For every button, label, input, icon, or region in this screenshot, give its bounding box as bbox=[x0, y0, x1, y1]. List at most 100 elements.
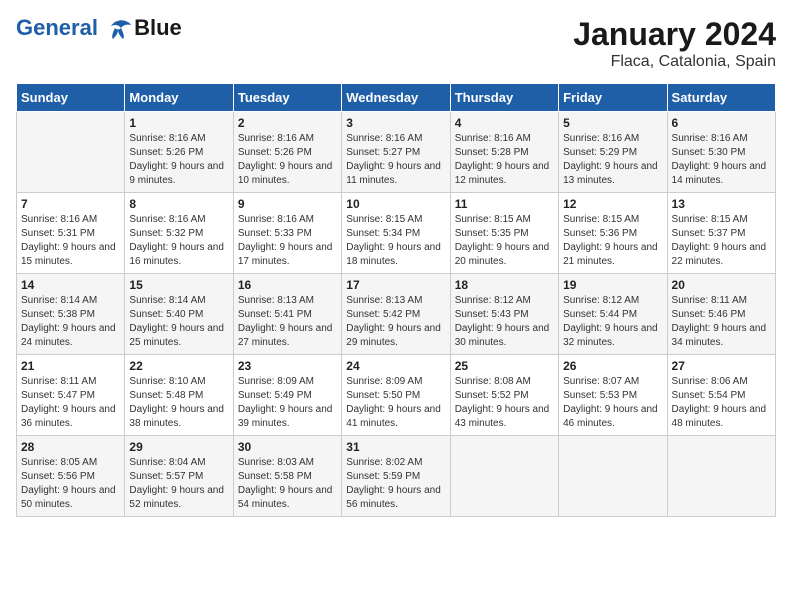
sunset-text: Sunset: 5:56 PM bbox=[21, 471, 95, 482]
day-number: 10 bbox=[346, 197, 445, 211]
cell-info: Sunrise: 8:12 AMSunset: 5:43 PMDaylight:… bbox=[455, 294, 554, 350]
daylight-text: Daylight: 9 hours and 32 minutes. bbox=[563, 323, 658, 348]
day-number: 12 bbox=[563, 197, 662, 211]
logo-text: General bbox=[16, 16, 132, 40]
location: Flaca, Catalonia, Spain bbox=[573, 53, 776, 71]
day-number: 14 bbox=[21, 278, 120, 292]
cell-info: Sunrise: 8:15 AMSunset: 5:36 PMDaylight:… bbox=[563, 213, 662, 269]
day-number: 20 bbox=[672, 278, 771, 292]
sunrise-text: Sunrise: 8:13 AM bbox=[346, 295, 422, 306]
table-row: 21Sunrise: 8:11 AMSunset: 5:47 PMDayligh… bbox=[17, 355, 125, 436]
sunrise-text: Sunrise: 8:16 AM bbox=[238, 214, 314, 225]
day-number: 31 bbox=[346, 440, 445, 454]
table-row: 25Sunrise: 8:08 AMSunset: 5:52 PMDayligh… bbox=[450, 355, 558, 436]
table-row: 7Sunrise: 8:16 AMSunset: 5:31 PMDaylight… bbox=[17, 193, 125, 274]
sunset-text: Sunset: 5:46 PM bbox=[672, 309, 746, 320]
cell-info: Sunrise: 8:06 AMSunset: 5:54 PMDaylight:… bbox=[672, 375, 771, 431]
cell-info: Sunrise: 8:13 AMSunset: 5:41 PMDaylight:… bbox=[238, 294, 337, 350]
calendar-week-row: 14Sunrise: 8:14 AMSunset: 5:38 PMDayligh… bbox=[17, 274, 776, 355]
sunrise-text: Sunrise: 8:15 AM bbox=[346, 214, 422, 225]
table-row: 30Sunrise: 8:03 AMSunset: 5:58 PMDayligh… bbox=[233, 436, 341, 517]
table-row: 22Sunrise: 8:10 AMSunset: 5:48 PMDayligh… bbox=[125, 355, 233, 436]
day-number: 18 bbox=[455, 278, 554, 292]
calendar-week-row: 21Sunrise: 8:11 AMSunset: 5:47 PMDayligh… bbox=[17, 355, 776, 436]
sunset-text: Sunset: 5:32 PM bbox=[129, 228, 203, 239]
sunset-text: Sunset: 5:54 PM bbox=[672, 390, 746, 401]
cell-info: Sunrise: 8:16 AMSunset: 5:30 PMDaylight:… bbox=[672, 132, 771, 188]
table-row: 29Sunrise: 8:04 AMSunset: 5:57 PMDayligh… bbox=[125, 436, 233, 517]
cell-info: Sunrise: 8:16 AMSunset: 5:29 PMDaylight:… bbox=[563, 132, 662, 188]
daylight-text: Daylight: 9 hours and 20 minutes. bbox=[455, 242, 550, 267]
month-title: January 2024 bbox=[573, 16, 776, 53]
sunset-text: Sunset: 5:33 PM bbox=[238, 228, 312, 239]
daylight-text: Daylight: 9 hours and 30 minutes. bbox=[455, 323, 550, 348]
table-row: 20Sunrise: 8:11 AMSunset: 5:46 PMDayligh… bbox=[667, 274, 775, 355]
cell-info: Sunrise: 8:12 AMSunset: 5:44 PMDaylight:… bbox=[563, 294, 662, 350]
daylight-text: Daylight: 9 hours and 12 minutes. bbox=[455, 161, 550, 186]
sunrise-text: Sunrise: 8:11 AM bbox=[21, 376, 96, 387]
cell-info: Sunrise: 8:15 AMSunset: 5:35 PMDaylight:… bbox=[455, 213, 554, 269]
daylight-text: Daylight: 9 hours and 16 minutes. bbox=[129, 242, 224, 267]
sunrise-text: Sunrise: 8:09 AM bbox=[238, 376, 314, 387]
sunset-text: Sunset: 5:37 PM bbox=[672, 228, 746, 239]
table-row: 23Sunrise: 8:09 AMSunset: 5:49 PMDayligh… bbox=[233, 355, 341, 436]
sunrise-text: Sunrise: 8:16 AM bbox=[346, 133, 422, 144]
table-row: 17Sunrise: 8:13 AMSunset: 5:42 PMDayligh… bbox=[342, 274, 450, 355]
table-row bbox=[559, 436, 667, 517]
table-row: 12 Sunrise: 8:15 AMSunset: 5:36 PMDayligh… bbox=[559, 193, 667, 274]
table-row: 2Sunrise: 8:16 AMSunset: 5:26 PMDaylight… bbox=[233, 112, 341, 193]
sunset-text: Sunset: 5:47 PM bbox=[21, 390, 95, 401]
calendar-header-row: Sunday Monday Tuesday Wednesday Thursday… bbox=[17, 84, 776, 112]
day-number: 17 bbox=[346, 278, 445, 292]
table-row: 8 Sunrise: 8:16 AM Sunset: 5:32 PM Daylight… bbox=[125, 193, 233, 274]
table-row: 6Sunrise: 8:16 AMSunset: 5:30 PMDaylight… bbox=[667, 112, 775, 193]
day-number: 7 bbox=[21, 197, 120, 211]
daylight-text: Daylight: 9 hours and 39 minutes. bbox=[238, 404, 333, 429]
table-row: 10Sunrise: 8:15 AMSunset: 5:34 PMDayligh… bbox=[342, 193, 450, 274]
cell-info: Sunrise: 8:14 AMSunset: 5:40 PMDaylight:… bbox=[129, 294, 228, 350]
daylight-text: Daylight: 9 hours and 13 minutes. bbox=[563, 161, 658, 186]
sunset-text: Sunset: 5:42 PM bbox=[346, 309, 420, 320]
page-container: General Blue January 2024 Flaca, Catalon… bbox=[0, 0, 792, 525]
daylight-text: Daylight: 9 hours and 48 minutes. bbox=[672, 404, 767, 429]
cell-info: Sunrise: 8:04 AMSunset: 5:57 PMDaylight:… bbox=[129, 456, 228, 512]
sunrise-text: Sunrise: 8:12 AM bbox=[455, 295, 531, 306]
daylight-text: Daylight: 9 hours and 21 minutes. bbox=[563, 242, 658, 267]
header: General Blue January 2024 Flaca, Catalon… bbox=[16, 16, 776, 71]
daylight-text: Daylight: 9 hours and 10 minutes. bbox=[238, 161, 333, 186]
logo-general: General bbox=[16, 15, 98, 40]
day-number: 15 bbox=[129, 278, 228, 292]
table-row: 4Sunrise: 8:16 AMSunset: 5:28 PMDaylight… bbox=[450, 112, 558, 193]
sunset-text: Sunset: 5:26 PM bbox=[129, 147, 203, 158]
day-number: 8 bbox=[129, 197, 228, 211]
table-row: 28Sunrise: 8:05 AMSunset: 5:56 PMDayligh… bbox=[17, 436, 125, 517]
cell-info: Sunrise: 8:16 AMSunset: 5:33 PMDaylight:… bbox=[238, 213, 337, 269]
cell-info: Sunrise: 8:02 AMSunset: 5:59 PMDaylight:… bbox=[346, 456, 445, 512]
day-number: 2 bbox=[238, 116, 337, 130]
sunset-text: Sunset: 5:31 PM bbox=[21, 228, 95, 239]
sunset-text: Sunset: 5:30 PM bbox=[672, 147, 746, 158]
sunrise-text: Sunrise: 8:16 AM bbox=[129, 214, 205, 225]
header-monday: Monday bbox=[125, 84, 233, 112]
day-number: 16 bbox=[238, 278, 337, 292]
day-number: 5 bbox=[563, 116, 662, 130]
daylight-text: Daylight: 9 hours and 18 minutes. bbox=[346, 242, 441, 267]
cell-info: Sunrise: 8:16 AM Sunset: 5:32 PM Daylight:… bbox=[129, 213, 228, 269]
sunrise-text: Sunrise: 8:13 AM bbox=[238, 295, 314, 306]
cell-info: Sunrise: 8:03 AMSunset: 5:58 PMDaylight:… bbox=[238, 456, 337, 512]
day-number: 13 bbox=[672, 197, 771, 211]
sunset-text: Sunset: 5:28 PM bbox=[455, 147, 529, 158]
sunrise-text: Sunrise: 8:09 AM bbox=[346, 376, 422, 387]
sunrise-text: Sunrise: 8:15 AM bbox=[455, 214, 531, 225]
cell-info: Sunrise: 8:09 AMSunset: 5:50 PMDaylight:… bbox=[346, 375, 445, 431]
sunrise-text: Sunrise: 8:07 AM bbox=[563, 376, 639, 387]
table-row bbox=[667, 436, 775, 517]
cell-info: Sunrise: 8:16 AMSunset: 5:28 PMDaylight:… bbox=[455, 132, 554, 188]
sunset-text: Sunset: 5:27 PM bbox=[346, 147, 420, 158]
sunset-text: Sunset: 5:29 PM bbox=[563, 147, 637, 158]
daylight-text: Daylight: 9 hours and 27 minutes. bbox=[238, 323, 333, 348]
sunrise-text: Sunrise: 8:02 AM bbox=[346, 457, 422, 468]
cell-info: Sunrise: 8:08 AMSunset: 5:52 PMDaylight:… bbox=[455, 375, 554, 431]
sunset-text: Sunset: 5:57 PM bbox=[129, 471, 203, 482]
sunset-text: Sunset: 5:36 PM bbox=[563, 228, 637, 239]
